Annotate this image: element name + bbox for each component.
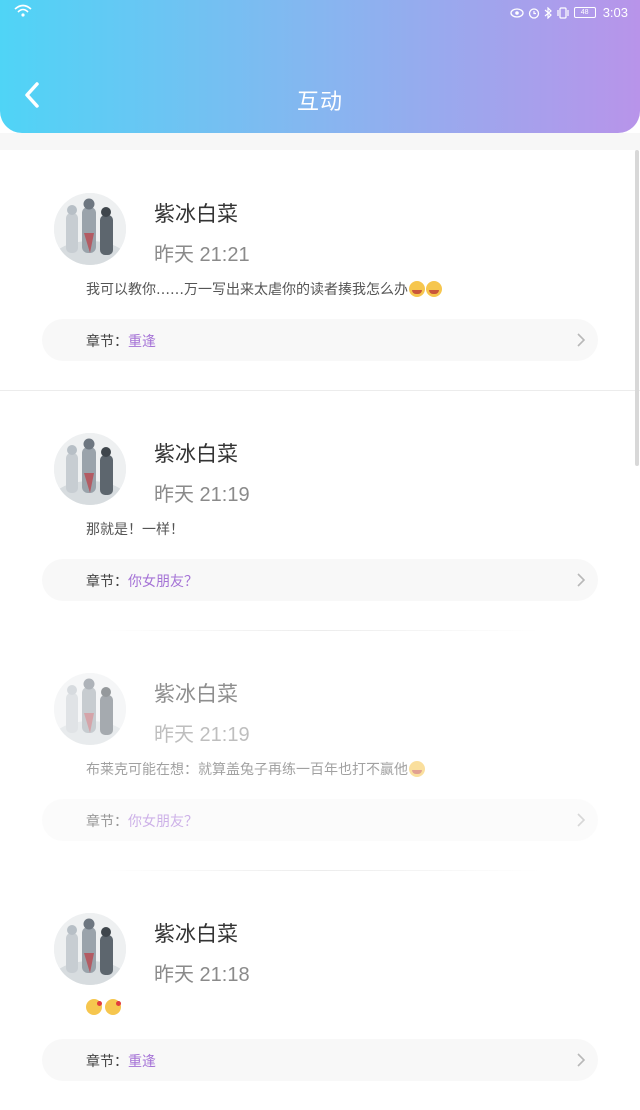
chapter-prefix: 章节：: [86, 334, 128, 350]
kiss-emoji-icon: [105, 999, 121, 1015]
chapter-label: 章节：你女朋友？: [86, 571, 198, 591]
chapter-prefix: 章节：: [86, 814, 128, 830]
user-name: 紫冰白菜: [154, 442, 238, 466]
laugh-emoji-icon: [426, 281, 442, 297]
avatar-image: [54, 913, 126, 985]
comment-text: [86, 999, 124, 1019]
battery-icon: 48: [573, 7, 596, 18]
kiss-emoji-icon: [86, 999, 102, 1015]
chapter-title: 重逢: [128, 334, 156, 350]
status-bar: 48 3:03: [0, 0, 640, 26]
vibrate-icon: [557, 6, 569, 19]
avatar-image: [54, 433, 126, 505]
user-name: 紫冰白菜: [154, 922, 238, 946]
chapter-label: 章节：重逢: [86, 1051, 156, 1071]
comment-text: 那就是！一样！: [86, 522, 184, 538]
chapter-prefix: 章节：: [86, 574, 128, 590]
alarm-icon: [528, 7, 539, 19]
avatar[interactable]: [54, 913, 126, 985]
comment-text: 布莱克可能在想：就算盖兔子再练一百年也打不赢他: [86, 759, 425, 779]
chapter-title: 重逢: [128, 1054, 156, 1070]
wifi-icon: [14, 4, 32, 17]
chapter-link[interactable]: 章节：重逢: [42, 1039, 598, 1081]
comment-item: 紫冰白菜 昨天 21:19 布莱克可能在想：就算盖兔子再练一百年也打不赢他 章节…: [0, 630, 640, 870]
chapter-label: 章节：重逢: [86, 331, 156, 351]
eye-icon: [510, 7, 524, 18]
comment-item: 紫冰白菜 昨天 21:21 我可以教你……万一写出来太虐你的读者揍我怎么办 章节…: [0, 150, 640, 390]
chevron-right-icon: [577, 813, 586, 827]
user-name: 紫冰白菜: [154, 202, 238, 226]
chapter-prefix: 章节：: [86, 1054, 128, 1070]
chapter-link[interactable]: 章节：重逢: [42, 319, 598, 361]
avatar[interactable]: [54, 193, 126, 265]
page-title: 互动: [296, 90, 343, 115]
avatar[interactable]: [54, 433, 126, 505]
header-bar: 48 3:03 互动: [0, 0, 640, 133]
avatar-image: [54, 673, 126, 745]
chapter-title: 你女朋友？: [128, 814, 198, 830]
comment-time: 昨天 21:19: [154, 724, 250, 746]
user-name: 紫冰白菜: [154, 682, 238, 706]
comment-time: 昨天 21:19: [154, 484, 250, 506]
laugh-emoji-icon: [409, 281, 425, 297]
status-time: 3:03: [602, 5, 628, 20]
comment-item: 紫冰白菜 昨天 21:19 那就是！一样！ 章节：你女朋友？: [0, 390, 640, 630]
chevron-right-icon: [577, 333, 586, 347]
list-top-shadow: [0, 133, 640, 150]
avatar[interactable]: [54, 673, 126, 745]
comment-time: 昨天 21:21: [154, 244, 250, 266]
comment-text: 我可以教你……万一写出来太虐你的读者揍我怎么办: [86, 279, 442, 299]
chevron-right-icon: [577, 573, 586, 587]
chapter-link[interactable]: 章节：你女朋友？: [42, 559, 598, 601]
comment-item: 紫冰白菜 昨天 21:18 章节：重逢: [0, 870, 640, 1110]
chapter-link[interactable]: 章节：你女朋友？: [42, 799, 598, 841]
chapter-label: 章节：你女朋友？: [86, 811, 198, 831]
status-right: 48 3:03: [510, 5, 628, 20]
chapter-title: 你女朋友？: [128, 574, 198, 590]
comment-time: 昨天 21:18: [154, 964, 250, 986]
avatar-image: [54, 193, 126, 265]
laugh-emoji-icon: [409, 761, 425, 777]
bluetooth-icon: [544, 6, 552, 19]
scrollbar[interactable]: [635, 150, 639, 466]
